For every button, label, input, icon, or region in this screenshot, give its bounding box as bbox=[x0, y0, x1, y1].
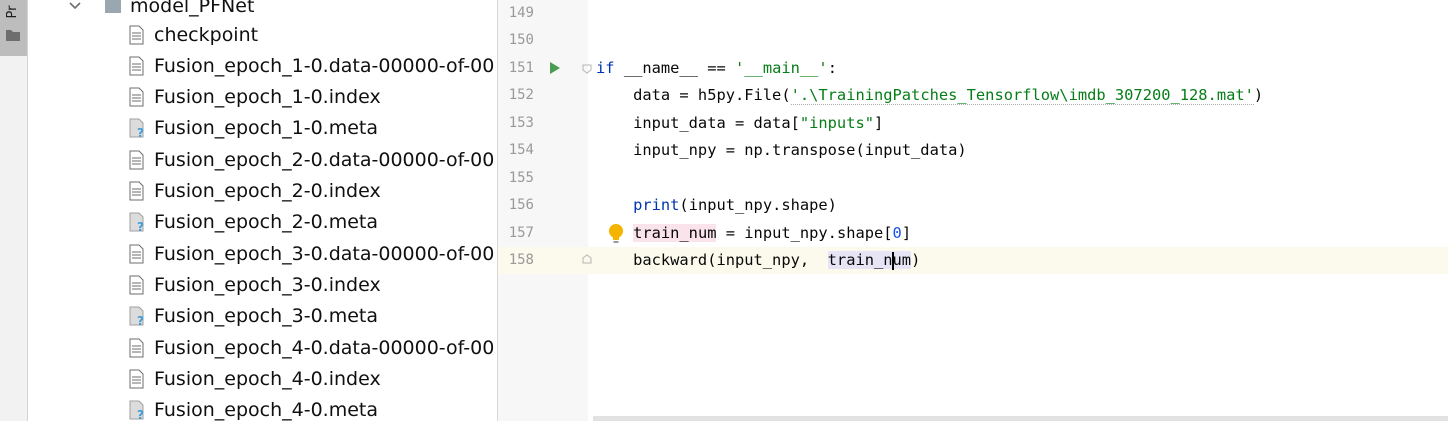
text-file-icon bbox=[129, 338, 144, 357]
code-text: __name__ == bbox=[614, 59, 736, 77]
text-file-icon bbox=[129, 87, 144, 107]
tree-file-label: Fusion_epoch_1-0.data-00000-of-00 bbox=[154, 54, 495, 77]
code-text: : bbox=[827, 59, 837, 77]
unknown-file-icon: ? bbox=[129, 306, 144, 326]
code-string: "inputs" bbox=[799, 114, 874, 132]
run-icon[interactable] bbox=[548, 61, 562, 75]
chevron-down-icon[interactable] bbox=[68, 0, 82, 13]
code-line-157[interactable]: train_num = input_npy.shape[0] bbox=[596, 220, 911, 247]
code-warning-variable: train_num bbox=[633, 224, 717, 242]
code-line-152[interactable]: data = h5py.File('.\TrainingPatches_Tens… bbox=[596, 82, 1263, 109]
code-number: 0 bbox=[892, 224, 902, 242]
project-tool-button[interactable]: Pr bbox=[0, 0, 27, 56]
line-number: 156 bbox=[508, 197, 534, 213]
code-text: ) bbox=[1253, 86, 1264, 104]
tree-file-row[interactable]: Fusion_epoch_4-0.data-00000-of-00 bbox=[128, 332, 494, 363]
tree-file-row[interactable]: ? Fusion_epoch_1-0.meta bbox=[128, 113, 378, 144]
tree-file-row[interactable]: Fusion_epoch_1-0.data-00000-of-00 bbox=[128, 50, 494, 81]
code-text: = input_npy.shape[ bbox=[716, 224, 893, 242]
tree-file-row[interactable]: Fusion_epoch_1-0.index bbox=[128, 82, 381, 113]
tree-file-label: Fusion_epoch_3-0.data-00000-of-00 bbox=[154, 242, 495, 265]
tree-file-label: Fusion_epoch_4-0.data-00000-of-00 bbox=[154, 336, 495, 359]
tree-file-label: Fusion_epoch_2-0.index bbox=[154, 180, 381, 202]
line-number: 158 bbox=[508, 252, 534, 268]
code-keyword: if bbox=[596, 59, 615, 77]
code-text: data = h5py.File( bbox=[596, 86, 791, 104]
code-line-158[interactable]: backward(input_npy, train_num) bbox=[596, 247, 920, 274]
code-text: ] bbox=[901, 224, 912, 242]
unknown-file-icon: ? bbox=[129, 118, 144, 138]
tree-file-row[interactable]: Fusion_epoch_3-0.index bbox=[128, 269, 381, 300]
tree-file-row[interactable]: Fusion_epoch_2-0.index bbox=[128, 176, 381, 207]
code-reference-highlight: train_num bbox=[827, 251, 912, 270]
folder-icon bbox=[6, 30, 20, 41]
tree-file-label: checkpoint bbox=[154, 23, 259, 46]
code-text: (input_npy.shape) bbox=[679, 196, 837, 214]
line-number: 152 bbox=[508, 87, 534, 103]
text-file-icon bbox=[129, 150, 144, 170]
text-file-icon bbox=[129, 369, 144, 389]
code-line-156[interactable]: print(input_npy.shape) bbox=[596, 192, 837, 219]
text-file-icon bbox=[129, 56, 144, 76]
tree-file-label: Fusion_epoch_1-0.meta bbox=[154, 117, 379, 140]
code-text: backward(input_npy, bbox=[596, 251, 828, 269]
text-file-icon bbox=[129, 244, 144, 264]
unknown-file-icon: ? bbox=[129, 212, 144, 232]
tree-folder-row[interactable]: model_PFNet bbox=[68, 0, 254, 21]
project-tree[interactable]: model_PFNet checkpoint Fusion_epoch_1-0.da… bbox=[28, 0, 497, 421]
tree-file-label: Fusion_epoch_1-0.index bbox=[154, 86, 381, 109]
tree-file-row[interactable]: checkpoint bbox=[128, 19, 258, 50]
svg-text:?: ? bbox=[137, 126, 144, 138]
svg-text:?: ? bbox=[137, 220, 144, 232]
text-file-icon bbox=[129, 275, 144, 295]
tree-file-label: Fusion_epoch_3-0.meta bbox=[154, 305, 379, 328]
line-number: 154 bbox=[508, 142, 534, 158]
tree-file-label: Fusion_epoch_2-0.data-00000-of-00 bbox=[154, 148, 495, 171]
folder-icon bbox=[105, 0, 121, 13]
code-line-151[interactable]: if __name__ == '__main__': bbox=[596, 55, 837, 82]
code-line-153[interactable]: input_data = data["inputs"] bbox=[596, 110, 883, 137]
tree-file-row[interactable]: Fusion_epoch_2-0.data-00000-of-00 bbox=[128, 144, 494, 175]
text-file-icon bbox=[129, 181, 144, 201]
fold-end-marker-icon[interactable] bbox=[582, 254, 592, 264]
code-text: ] bbox=[874, 114, 884, 132]
unknown-file-icon: ? bbox=[129, 400, 144, 420]
horizontal-scrollbar[interactable] bbox=[593, 416, 1448, 421]
tree-file-row[interactable]: Fusion_epoch_4-0.index bbox=[128, 363, 381, 394]
code-builtin: print bbox=[633, 196, 680, 214]
tree-file-label: Fusion_epoch_4-0.meta bbox=[154, 399, 379, 421]
svg-text:?: ? bbox=[137, 314, 144, 326]
line-number: 153 bbox=[508, 115, 534, 131]
tree-file-label: Fusion_epoch_3-0.index bbox=[154, 273, 381, 296]
tree-file-label: Fusion_epoch_4-0.index bbox=[154, 367, 381, 390]
code-string: '__main__' bbox=[735, 59, 828, 77]
line-number: 150 bbox=[508, 32, 534, 48]
tree-folder-label: model_PFNet bbox=[130, 0, 255, 17]
svg-text:?: ? bbox=[137, 408, 144, 420]
fold-marker-icon[interactable] bbox=[582, 64, 592, 74]
code-line-154[interactable]: input_npy = np.transpose(input_data) bbox=[596, 137, 967, 164]
line-number: 151 bbox=[508, 60, 534, 76]
line-number: 149 bbox=[508, 5, 534, 21]
project-tool-label: Pr bbox=[5, 5, 20, 19]
tool-window-strip: Pr bbox=[0, 0, 28, 421]
tree-file-row[interactable]: Fusion_epoch_3-0.data-00000-of-00 bbox=[128, 238, 494, 269]
tree-file-row[interactable]: ? Fusion_epoch_3-0.meta bbox=[128, 301, 378, 332]
tree-file-label: Fusion_epoch_2-0.meta bbox=[154, 211, 379, 234]
code-text: input_data = data[ bbox=[596, 114, 800, 132]
line-number: 157 bbox=[508, 225, 534, 241]
tree-file-row[interactable]: ? Fusion_epoch_4-0.meta bbox=[128, 395, 378, 421]
code-string: '.\TrainingPatches_Tensorflow\imdb_30720… bbox=[790, 86, 1254, 105]
line-number: 155 bbox=[508, 170, 534, 186]
code-text: ) bbox=[911, 251, 921, 269]
text-file-icon bbox=[129, 25, 144, 44]
tree-file-row[interactable]: ? Fusion_epoch_2-0.meta bbox=[128, 207, 378, 238]
